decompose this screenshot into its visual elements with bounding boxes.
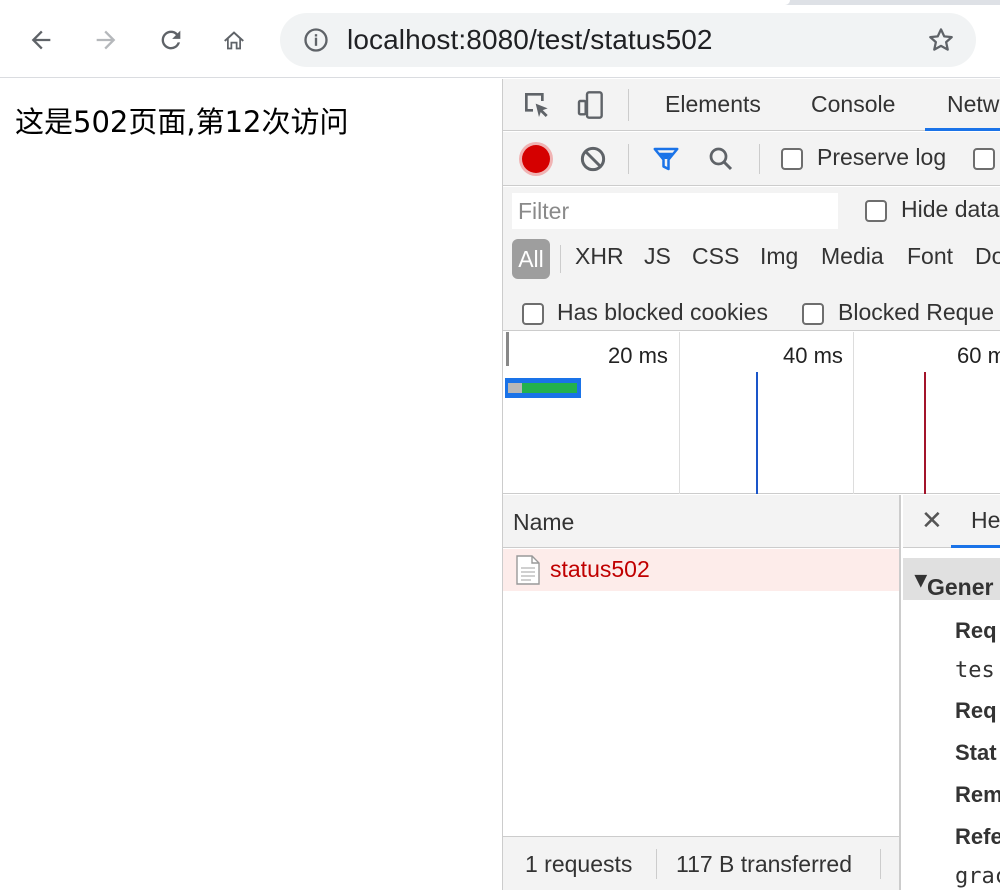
record-button[interactable] <box>522 145 550 173</box>
header-key: Stat <box>955 740 997 765</box>
header-key: Refe <box>955 824 1000 849</box>
active-tab-indicator <box>925 128 1000 131</box>
device-toolbar-icon[interactable] <box>575 89 607 121</box>
header-value: grac <box>955 864 1000 889</box>
filter-type-js[interactable]: JS <box>644 243 671 270</box>
hide-data-urls-label: Hide data <box>901 196 1000 222</box>
tab-console[interactable]: Console <box>811 91 895 118</box>
close-icon[interactable]: ✕ <box>921 505 943 536</box>
filter-type-doc[interactable]: Do <box>975 243 1000 270</box>
filter-bar: Hide data All XHR JS CSS Img Media Font … <box>503 187 1000 331</box>
back-button[interactable] <box>21 20 61 60</box>
general-section-title: ▾ Gener <box>915 566 994 600</box>
document-icon <box>516 555 540 585</box>
disable-cache-checkbox[interactable] <box>973 148 995 170</box>
header-key: Rem <box>955 782 1000 807</box>
request-count: 1 requests <box>525 851 633 877</box>
hide-data-urls-checkbox[interactable] <box>865 200 887 222</box>
overview-tick-label: 20 ms <box>608 343 668 368</box>
filter-icon[interactable] <box>651 144 681 174</box>
arrow-right-icon <box>96 30 116 50</box>
filter-type-font[interactable]: Font <box>907 243 953 270</box>
tab-elements[interactable]: Elements <box>665 91 761 118</box>
home-icon <box>224 31 244 50</box>
reload-icon <box>161 30 181 50</box>
page-message: 这是502页面,第12次访问 <box>15 105 349 139</box>
requests-list: Name status502 1 requests 117 B transfer… <box>503 495 901 890</box>
request-details: ✕ He ▾ Gener Req tes Req Stat Rem Refe g… <box>903 495 1000 890</box>
browser-toolbar: localhost:8080/test/status502 <box>0 0 1000 78</box>
overview-request-bar <box>505 378 581 398</box>
search-icon[interactable] <box>706 144 736 174</box>
inspect-element-icon[interactable] <box>521 89 553 121</box>
table-row[interactable]: status502 <box>503 549 899 591</box>
filter-type-all[interactable]: All <box>512 239 550 279</box>
devtools-tab-bar: Elements Console Netw <box>503 79 1000 131</box>
tab-strip-edge <box>0 0 1000 5</box>
filter-input[interactable] <box>512 193 838 229</box>
overview-tick-label: 40 ms <box>783 343 843 368</box>
overview-tick-label: 60 m <box>957 343 1000 368</box>
active-tab-indicator <box>951 545 1000 548</box>
has-blocked-cookies-checkbox[interactable] <box>522 303 544 325</box>
preserve-log-checkbox[interactable] <box>781 148 803 170</box>
forward-button[interactable] <box>86 20 126 60</box>
filter-type-css[interactable]: CSS <box>692 243 739 270</box>
filter-type-img[interactable]: Img <box>760 243 798 270</box>
filter-type-media[interactable]: Media <box>821 243 884 270</box>
home-button[interactable] <box>214 20 254 60</box>
url-text[interactable]: localhost:8080/test/status502 <box>347 24 713 56</box>
clear-icon[interactable] <box>578 144 608 174</box>
bookmark-star-icon[interactable] <box>926 25 956 55</box>
has-blocked-cookies-label: Has blocked cookies <box>557 299 768 325</box>
general-section-header[interactable]: ▾ Gener <box>903 558 1000 600</box>
tab-headers[interactable]: He <box>971 507 1000 534</box>
name-column-label: Name <box>513 509 575 535</box>
network-toolbar: Preserve log <box>503 132 1000 186</box>
blocked-requests-checkbox[interactable] <box>802 303 824 325</box>
header-value: tes <box>955 658 995 683</box>
preserve-log-label: Preserve log <box>817 144 947 170</box>
header-key: Req <box>955 618 997 643</box>
header-key: Req <box>955 698 997 723</box>
blocked-requests-label: Blocked Reque <box>838 299 994 325</box>
address-bar[interactable]: localhost:8080/test/status502 <box>280 13 976 67</box>
request-name: status502 <box>550 556 650 582</box>
transferred-size: 117 B transferred <box>676 851 853 877</box>
page-content: 这是502页面,第12次访问 <box>0 79 502 890</box>
devtools-panel: Elements Console Netw Preserve log Hide … <box>502 79 1000 890</box>
reload-button[interactable] <box>151 20 191 60</box>
details-tab-bar: ✕ He <box>903 495 1000 548</box>
dom-content-loaded-line <box>756 372 758 494</box>
arrow-left-icon <box>31 30 51 50</box>
name-column-header[interactable]: Name <box>503 495 899 548</box>
network-overview[interactable]: 20 ms 40 ms 60 m <box>503 332 1000 494</box>
tab-network[interactable]: Netw <box>947 91 999 118</box>
network-summary-bar: 1 requests 117 B transferred <box>503 836 899 890</box>
info-icon[interactable] <box>302 26 330 54</box>
load-event-line <box>924 372 926 494</box>
filter-type-xhr[interactable]: XHR <box>575 243 624 270</box>
